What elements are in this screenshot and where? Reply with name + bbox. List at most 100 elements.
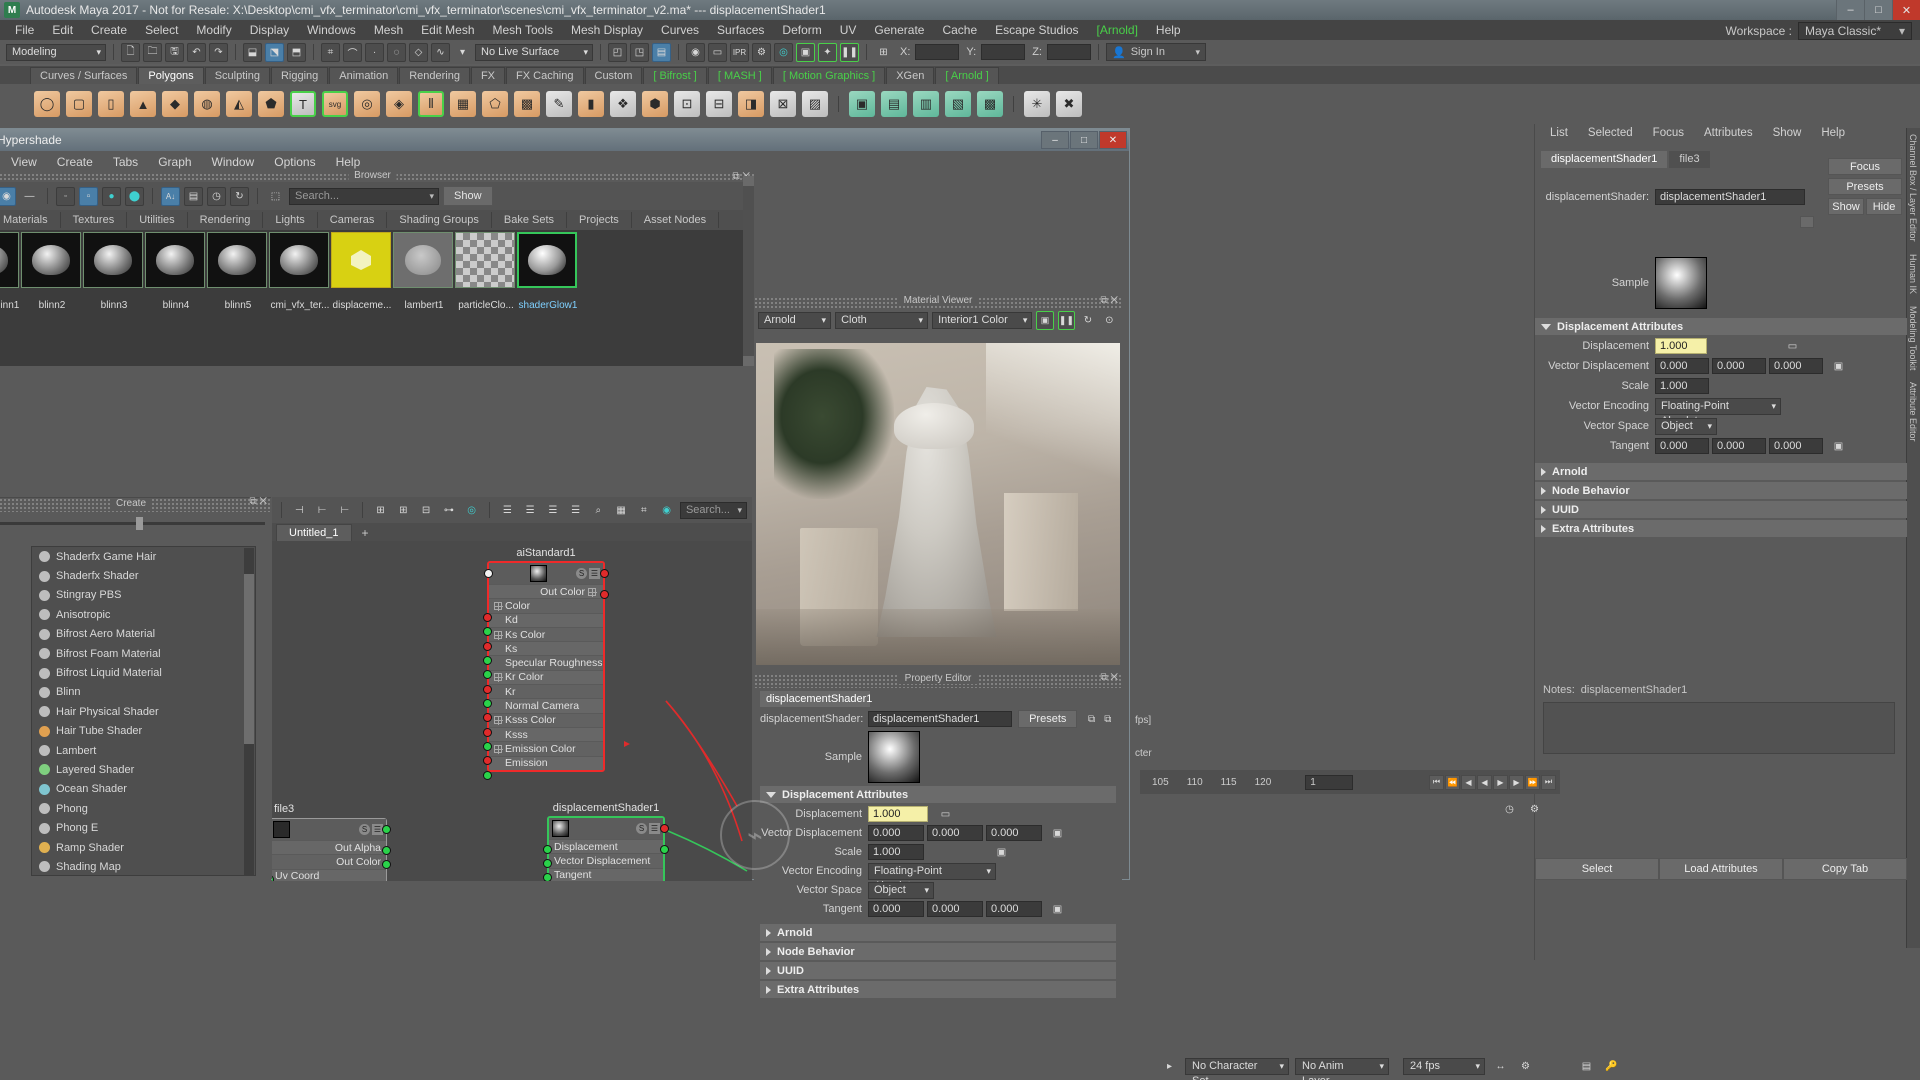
sort-by-type-icon[interactable]: ▤ xyxy=(184,186,203,206)
uv-spherical-icon[interactable]: ▥ xyxy=(913,91,939,117)
hypershade-menu-window[interactable]: Window xyxy=(202,153,265,171)
scroll-down-icon[interactable] xyxy=(743,356,754,366)
toggle-connections-icon[interactable]: ⊶ xyxy=(439,501,458,520)
port-normal-camera-in[interactable] xyxy=(483,713,492,722)
node-editor-add-tab-button[interactable]: + xyxy=(352,525,379,541)
anim-layer-dropdown[interactable]: No Anim Layer xyxy=(1295,1057,1389,1080)
menu-item-file[interactable]: File xyxy=(6,21,43,39)
custom-node-view-icon[interactable]: ☰ xyxy=(566,501,585,520)
expand-icon[interactable] xyxy=(494,630,503,640)
rearrange-graph-icon[interactable]: ⊞ xyxy=(371,501,390,520)
key-icon[interactable]: 🔑 xyxy=(1602,1057,1621,1076)
workspace-dropdown[interactable]: Maya Classic* xyxy=(1797,22,1912,40)
sort-by-time-icon[interactable]: ◷ xyxy=(207,186,226,206)
hypershade-menu-help[interactable]: Help xyxy=(326,153,371,171)
connected-node-view-icon[interactable]: ☰ xyxy=(521,501,540,520)
auto-key-icon[interactable]: ◷ xyxy=(1500,800,1519,819)
node-layout-icon[interactable]: ⌗ xyxy=(634,501,653,520)
hypershade-window-controls[interactable]: – □ ✕ xyxy=(1040,131,1127,149)
create-item-5[interactable]: Bifrost Foam Material xyxy=(32,644,255,663)
ae-section-extra-attributes[interactable]: Extra Attributes xyxy=(1535,520,1907,537)
step-forward-frame-icon[interactable]: ▶ xyxy=(1509,774,1524,790)
menu-item-mesh[interactable]: Mesh xyxy=(365,21,412,39)
node-list-icon[interactable]: ☰ xyxy=(589,568,600,579)
node-attr-row-displacement[interactable]: Displacement xyxy=(549,839,663,854)
exact-transform-icon[interactable]: ⊞ xyxy=(874,43,893,62)
node-file3[interactable]: file3 S ☰ Out Alpha Out Color Uv Coord xyxy=(272,803,391,881)
menu-item-edit-mesh[interactable]: Edit Mesh xyxy=(412,21,483,39)
ae-section-displacement-attributes[interactable]: Displacement Attributes xyxy=(1535,318,1907,335)
step-back-key-icon[interactable]: ⏪ xyxy=(1445,774,1460,790)
node-grid-icon[interactable]: ▦ xyxy=(612,501,631,520)
poly-grid-icon[interactable]: ▦ xyxy=(450,91,476,117)
browser-tab-materials[interactable]: Materials xyxy=(0,212,61,228)
open-outliner-icon[interactable]: ◳ xyxy=(630,42,649,62)
menu-item-help[interactable]: Help xyxy=(1147,21,1190,39)
menuset-dropdown[interactable]: Modeling xyxy=(6,43,106,61)
tangent-z[interactable]: 0.000 xyxy=(986,901,1042,917)
arnold-ipr-icon[interactable]: ✦ xyxy=(818,42,837,62)
expand-icon[interactable] xyxy=(588,587,597,597)
shelf-tab-fx-caching[interactable]: FX Caching xyxy=(506,67,584,84)
menu-item-mesh-tools[interactable]: Mesh Tools xyxy=(484,21,562,39)
crease-tool-icon[interactable]: ✖ xyxy=(1056,91,1082,117)
hypershade-menu-tabs[interactable]: Tabs xyxy=(103,153,148,171)
vector-encoding-dropdown[interactable]: Floating-Point Absolute xyxy=(868,862,996,892)
filter-icon[interactable]: ⬚ xyxy=(266,187,285,206)
node-attr-row-vector-displacement[interactable]: Vector Displacement xyxy=(549,853,663,868)
node-shading-group-icon[interactable]: S xyxy=(636,823,647,834)
port-emission-in[interactable] xyxy=(483,771,492,780)
port-displacement-out[interactable] xyxy=(660,824,669,833)
menu-item-windows[interactable]: Windows xyxy=(298,21,365,39)
rail-tab-modeling-toolkit[interactable]: Modeling Toolkit xyxy=(1907,300,1919,376)
vector-displacement-y[interactable]: 0.000 xyxy=(927,825,983,841)
material-viewer-refresh-icon[interactable]: ↻ xyxy=(1079,311,1096,330)
open-attribute-editor-icon[interactable]: ▤ xyxy=(652,42,671,62)
node-attr-row-tangent[interactable]: Tangent xyxy=(549,867,663,881)
save-scene-icon[interactable]: 🖫 xyxy=(165,42,184,62)
ae-focus-button[interactable]: Focus xyxy=(1828,158,1902,175)
swatch-particle-cloud[interactable] xyxy=(455,232,515,288)
hypershade-minimize-button[interactable]: – xyxy=(1041,131,1069,149)
ae-load-attributes-button[interactable]: Load Attributes xyxy=(1659,858,1783,880)
input-connections-icon[interactable]: ⊣ xyxy=(290,501,309,520)
shelf-tab-fx[interactable]: FX xyxy=(470,67,506,84)
snap-to-projected-center-icon[interactable]: ◌ xyxy=(387,42,406,62)
animation-preferences-icon[interactable]: ⚙ xyxy=(1525,800,1544,819)
uv-automatic-icon[interactable]: ▧ xyxy=(945,91,971,117)
shelf-tab-curves-surfaces[interactable]: Curves / Surfaces xyxy=(30,67,138,84)
port-specular-roughness-in[interactable] xyxy=(483,670,492,679)
node-attr-row-ksss-color[interactable]: Ksss Color xyxy=(489,712,603,727)
character-set-icon[interactable]: ▸ xyxy=(1160,1057,1179,1076)
poly-text-icon[interactable]: T xyxy=(290,91,316,117)
ae-vector-displacement-y[interactable]: 0.000 xyxy=(1712,358,1766,374)
swatch-blinn4[interactable] xyxy=(145,232,205,288)
shelf-tab-rigging[interactable]: Rigging xyxy=(270,67,329,84)
renderer-dropdown[interactable]: Arnold xyxy=(758,311,832,329)
port-ks-color-in[interactable] xyxy=(483,642,492,651)
tangent-map-icon[interactable]: ▣ xyxy=(1048,900,1067,919)
poly-helix-icon[interactable]: ◎ xyxy=(354,91,380,117)
create-item-3[interactable]: Anisotropic xyxy=(32,605,255,624)
ae-map-button-icon[interactable] xyxy=(1800,216,1814,228)
port-kr-color-in[interactable] xyxy=(483,685,492,694)
shelf-tab-rendering[interactable]: Rendering xyxy=(399,67,470,84)
browser-show-button[interactable]: Show xyxy=(443,186,493,206)
z-coordinate-input[interactable] xyxy=(1046,44,1091,60)
material-viewer-close-icon[interactable]: ⧉ ✕ xyxy=(1100,295,1118,306)
property-editor-close-icon[interactable]: ⧉ ✕ xyxy=(1100,672,1118,683)
poly-bridge-icon[interactable]: ⊡ xyxy=(674,91,700,117)
property-section-arnold[interactable]: Arnold xyxy=(760,924,1116,941)
rail-tab-human-ik[interactable]: Human IK xyxy=(1907,248,1919,300)
browser-tab-projects[interactable]: Projects xyxy=(567,212,632,228)
ae-tangent-y[interactable]: 0.000 xyxy=(1712,438,1766,454)
create-item-15[interactable]: Ramp Shader xyxy=(32,838,255,857)
vector-space-dropdown[interactable]: Object xyxy=(868,881,934,899)
menu-item-select[interactable]: Select xyxy=(136,21,187,39)
node-attr-row-kr-color[interactable]: Kr Color xyxy=(489,669,603,685)
hypershade-menu-view[interactable]: View xyxy=(1,153,47,171)
step-forward-key-icon[interactable]: ⏩ xyxy=(1525,774,1540,790)
swatch-displacement-shader[interactable] xyxy=(331,232,391,288)
open-scene-icon[interactable]: 🗀 xyxy=(143,42,162,62)
select-by-hierarchy-icon[interactable]: ⬓ xyxy=(243,42,262,62)
